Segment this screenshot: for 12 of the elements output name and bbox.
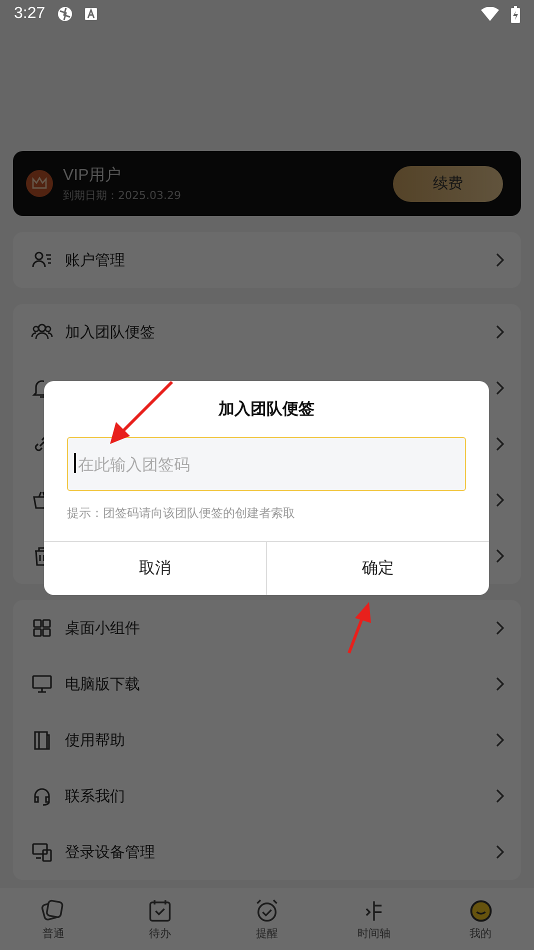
menu-label: 账户管理 <box>65 250 125 268</box>
menu-label: 加入团队便签 <box>65 322 155 340</box>
menu-label: 使用帮助 <box>65 730 125 748</box>
vip-title: VIP用户 <box>63 166 122 186</box>
hint-text: 提示：团签码请向该团队便签的创建者索取 <box>67 505 296 522</box>
menu-label: 登录设备管理 <box>65 842 155 860</box>
dialog-title: 加入团队便签 <box>217 399 316 420</box>
expiry-date: 到期日期：2025.03.29 <box>63 188 182 202</box>
status-time: 3:27 <box>14 5 46 23</box>
menu-label: 联系我们 <box>65 786 125 804</box>
menu-label: 电脑版下载 <box>65 674 140 692</box>
menu-label: 桌面小组件 <box>65 618 140 636</box>
